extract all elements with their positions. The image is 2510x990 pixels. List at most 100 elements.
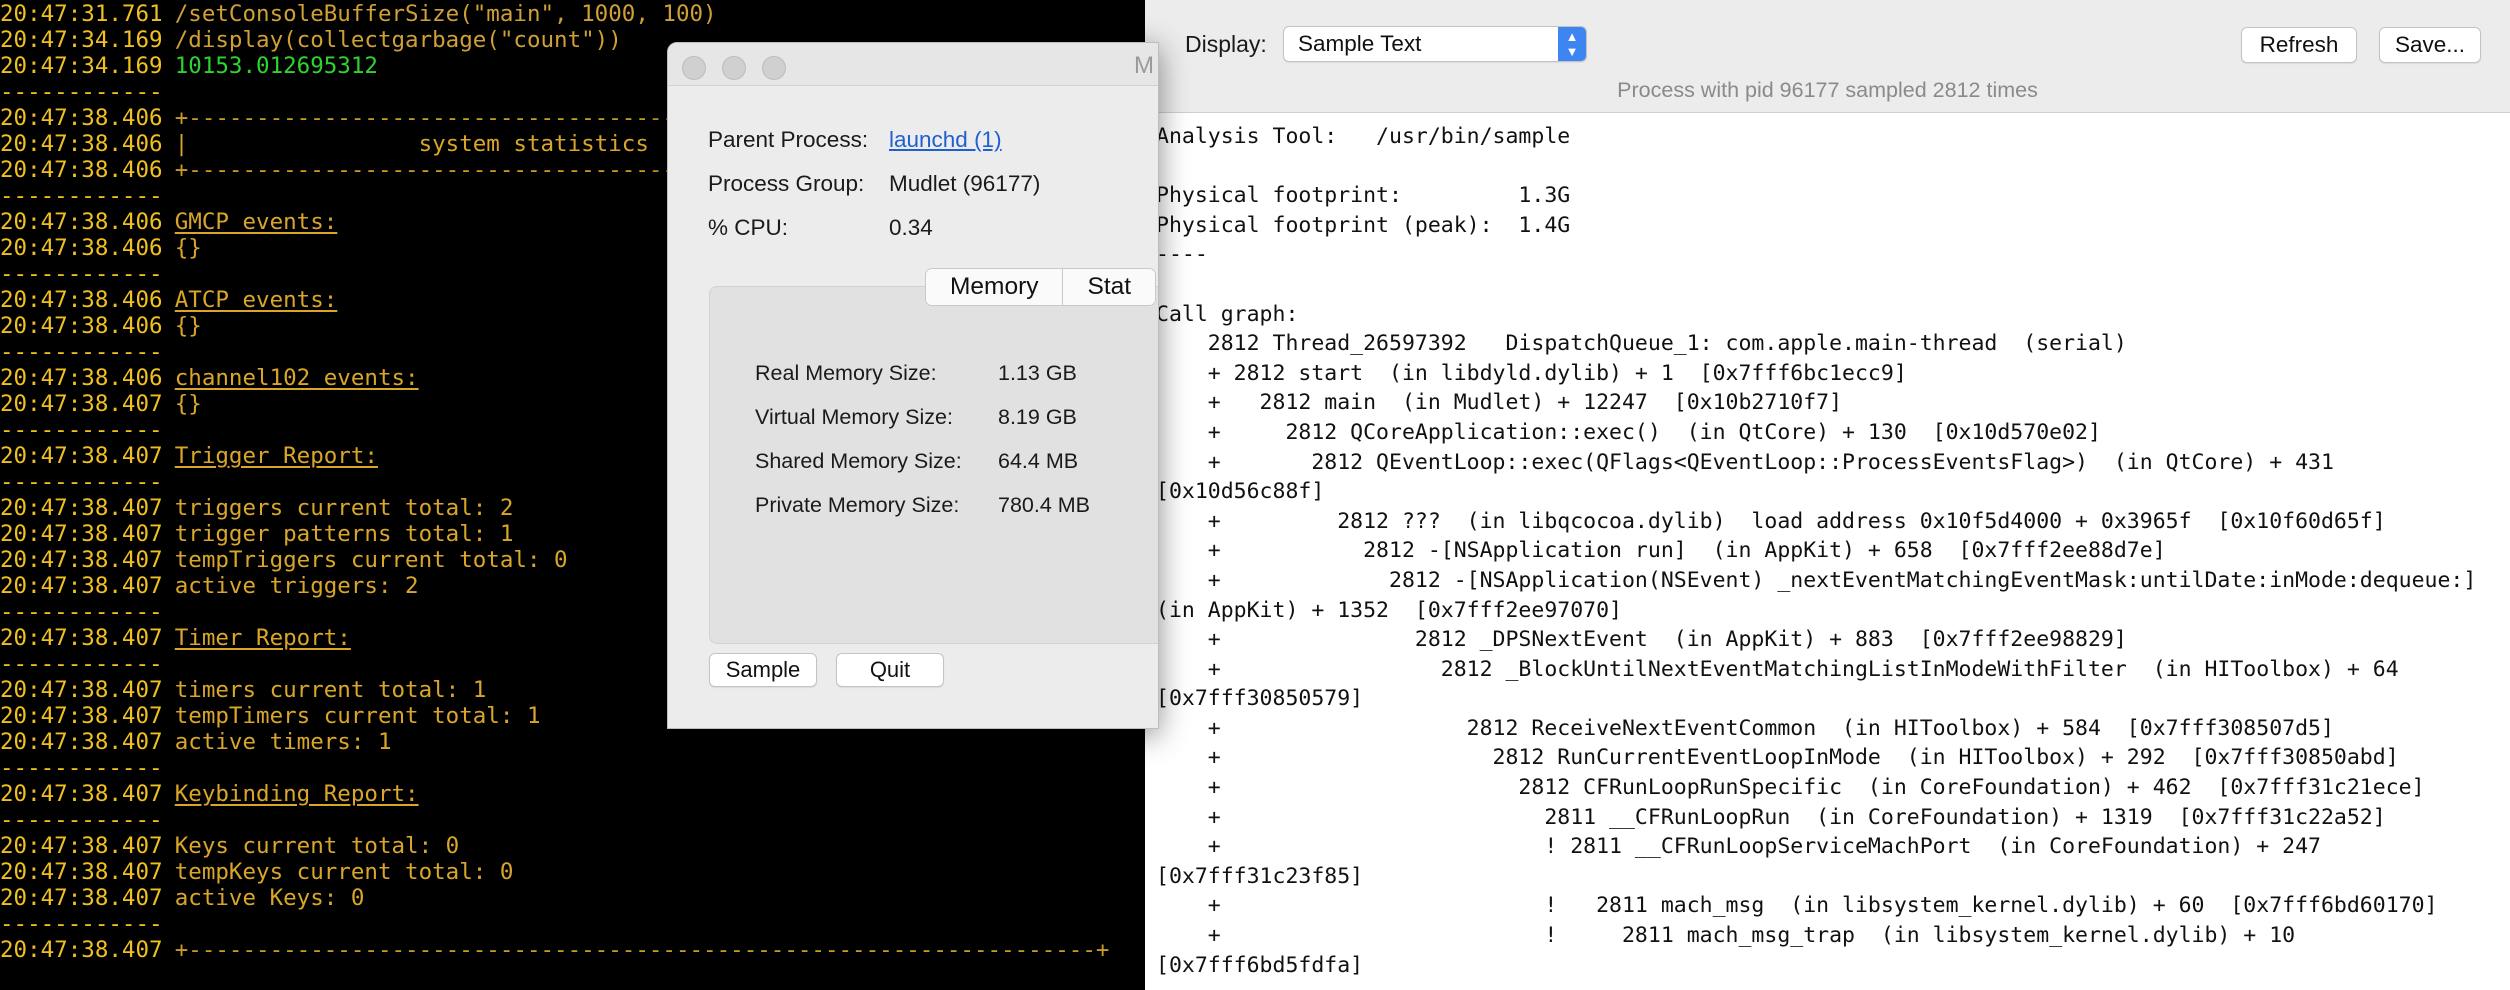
console-line: ------------ xyxy=(0,183,163,209)
console-timestamp: ------------ xyxy=(0,261,163,287)
console-text: 10153.012695312 xyxy=(174,53,378,79)
console-line: 20:47:38.407 Trigger Report: xyxy=(0,443,378,469)
console-timestamp: 20:47:38.407 xyxy=(0,937,163,963)
cpu-value: 0.34 xyxy=(889,215,933,240)
console-timestamp: 20:47:38.407 xyxy=(0,521,163,547)
private-memory-value: 780.4 MB xyxy=(998,493,1091,517)
console-text: {} xyxy=(174,235,202,261)
console-timestamp: 20:47:38.407 xyxy=(0,703,163,729)
console-timestamp: 20:47:38.406 xyxy=(0,235,163,261)
sample-line xyxy=(1156,270,2506,300)
real-memory-value: 1.13 GB xyxy=(998,361,1077,385)
sample-line: + 2812 -[NSApplication run] (in AppKit) … xyxy=(1156,538,2166,564)
console-timestamp: 20:47:38.407 xyxy=(0,391,163,417)
tab-bar: Memory Stat xyxy=(925,268,1157,306)
console-timestamp: ------------ xyxy=(0,807,163,833)
console-timestamp: 20:47:38.406 xyxy=(0,287,163,313)
sample-text-area[interactable]: Analysis Tool: /usr/bin/sample Physical f… xyxy=(1156,122,2506,980)
console-timestamp: ------------ xyxy=(0,183,163,209)
sample-line: + 2812 _DPSNextEvent (in AppKit) + 883 [… xyxy=(1156,627,2127,653)
sample-line: Call graph: xyxy=(1156,301,1299,327)
console-text: /display(collectgarbage("count")) xyxy=(174,27,622,53)
console-text: /setConsoleBufferSize("main", 1000, 100) xyxy=(174,1,717,27)
display-select[interactable]: Sample Text ▲ ▼ xyxy=(1283,26,1587,62)
display-select-value: Sample Text xyxy=(1298,31,1422,56)
console-text: trigger patterns total: 1 xyxy=(174,521,514,547)
shared-memory-label: Shared Memory Size: xyxy=(755,449,962,473)
window-titlebar: M xyxy=(668,43,1158,86)
sample-button[interactable]: Sample xyxy=(709,653,817,687)
sample-line: + 2812 start (in libdyld.dylib) + 1 [0x7… xyxy=(1156,360,1907,386)
console-line: ------------ xyxy=(0,755,163,781)
console-text: {} xyxy=(174,391,202,417)
console-text: Timer Report: xyxy=(174,625,351,651)
refresh-button[interactable]: Refresh xyxy=(2241,27,2357,63)
console-line: ------------ xyxy=(0,339,163,365)
close-window-icon[interactable] xyxy=(682,56,706,80)
console-line: 20:47:38.406 | system statistics xyxy=(0,131,649,157)
console-timestamp: ------------ xyxy=(0,755,163,781)
console-text: ATCP events: xyxy=(174,287,338,313)
console-timestamp: 20:47:34.169 xyxy=(0,27,163,53)
console-timestamp: 20:47:34.169 xyxy=(0,53,163,79)
console-line: 20:47:34.169/display(collectgarbage("cou… xyxy=(0,27,622,53)
console-timestamp: 20:47:31.761 xyxy=(0,1,163,27)
console-timestamp: 20:47:38.406 xyxy=(0,365,163,391)
sample-line: + ! 2811 mach_msg_trap (in libsystem_ker… xyxy=(1156,923,2296,949)
console-timestamp: ------------ xyxy=(0,79,163,105)
process-group-value: Mudlet (96177) xyxy=(889,171,1041,196)
sample-line: + 2812 RunCurrentEventLoopInMode (in HIT… xyxy=(1156,745,2399,771)
console-timestamp: 20:47:38.407 xyxy=(0,495,163,521)
sample-line: Physical footprint (peak): 1.4G xyxy=(1156,212,1571,238)
sample-line: 2812 Thread_26597392 DispatchQueue_1: co… xyxy=(1156,331,2127,357)
console-line: 20:47:38.407 active Keys: 0 xyxy=(0,885,364,911)
sample-line: [0x7fff6bd5fdfa] xyxy=(1156,952,1364,978)
console-line: 20:47:38.407 trigger patterns total: 1 xyxy=(0,521,513,547)
console-timestamp: 20:47:38.406 xyxy=(0,131,163,157)
tab-memory[interactable]: Memory xyxy=(926,269,1063,305)
console-text: timers current total: 1 xyxy=(174,677,487,703)
console-timestamp: ------------ xyxy=(0,417,163,443)
console-timestamp: ------------ xyxy=(0,469,163,495)
console-text: Trigger Report: xyxy=(174,443,378,469)
console-timestamp: ------------ xyxy=(0,599,163,625)
console-line: 20:47:38.407 active timers: 1 xyxy=(0,729,392,755)
sample-line: [0x7fff31c23f85] xyxy=(1156,863,1364,889)
console-line: 20:47:38.406 {} xyxy=(0,313,202,339)
sample-status: Process with pid 96177 sampled 2812 time… xyxy=(1617,78,2038,102)
console-text: +---------------------------------------… xyxy=(174,937,1110,963)
sample-line: + 2812 ReceiveNextEventCommon (in HITool… xyxy=(1156,715,2334,741)
save-button[interactable]: Save... xyxy=(2379,27,2481,63)
console-text: active Keys: 0 xyxy=(174,885,365,911)
tab-statistics[interactable]: Stat xyxy=(1062,269,1156,305)
sample-line: + 2811 __CFRunLoopRun (in CoreFoundation… xyxy=(1156,804,2386,830)
process-info-window: M Parent Process: launchd (1) Process Gr… xyxy=(667,42,1159,729)
console-line: ------------ xyxy=(0,911,163,937)
console-timestamp: 20:47:38.407 xyxy=(0,833,163,859)
cpu-label: % CPU: xyxy=(708,215,789,240)
console-line: ------------ xyxy=(0,79,163,105)
sample-line: + 2812 CFRunLoopRunSpecific (in CoreFoun… xyxy=(1156,775,2425,801)
sample-line: ---- xyxy=(1156,242,1208,268)
parent-process-link[interactable]: launchd (1) xyxy=(889,127,1002,153)
console-line: ------------ xyxy=(0,261,163,287)
console-line: 20:47:38.407 Timer Report: xyxy=(0,625,351,651)
process-group-label: Process Group: xyxy=(708,171,865,196)
minimize-window-icon[interactable] xyxy=(722,56,746,80)
console-timestamp: 20:47:38.407 xyxy=(0,885,163,911)
console-text: tempTimers current total: 1 xyxy=(174,703,541,729)
zoom-window-icon[interactable] xyxy=(762,56,786,80)
console-line: 20:47:38.407 triggers current total: 2 xyxy=(0,495,513,521)
console-line: 20:47:38.406 ATCP events: xyxy=(0,287,337,313)
sample-line: Physical footprint: 1.3G xyxy=(1156,183,1571,209)
quit-button[interactable]: Quit xyxy=(836,653,944,687)
sample-line: + 2812 QEventLoop::exec(QFlags<QEventLoo… xyxy=(1156,449,2334,475)
console-timestamp: 20:47:38.406 xyxy=(0,209,163,235)
parent-process-label: Parent Process: xyxy=(708,127,869,152)
console-line: 20:47:38.407 +---------------------------… xyxy=(0,937,1109,963)
console-timestamp: 20:47:38.407 xyxy=(0,443,163,469)
console-text: tempKeys current total: 0 xyxy=(174,859,514,885)
console-text: Keys current total: 0 xyxy=(174,833,460,859)
virtual-memory-value: 8.19 GB xyxy=(998,405,1077,429)
shared-memory-value: 64.4 MB xyxy=(998,449,1079,473)
